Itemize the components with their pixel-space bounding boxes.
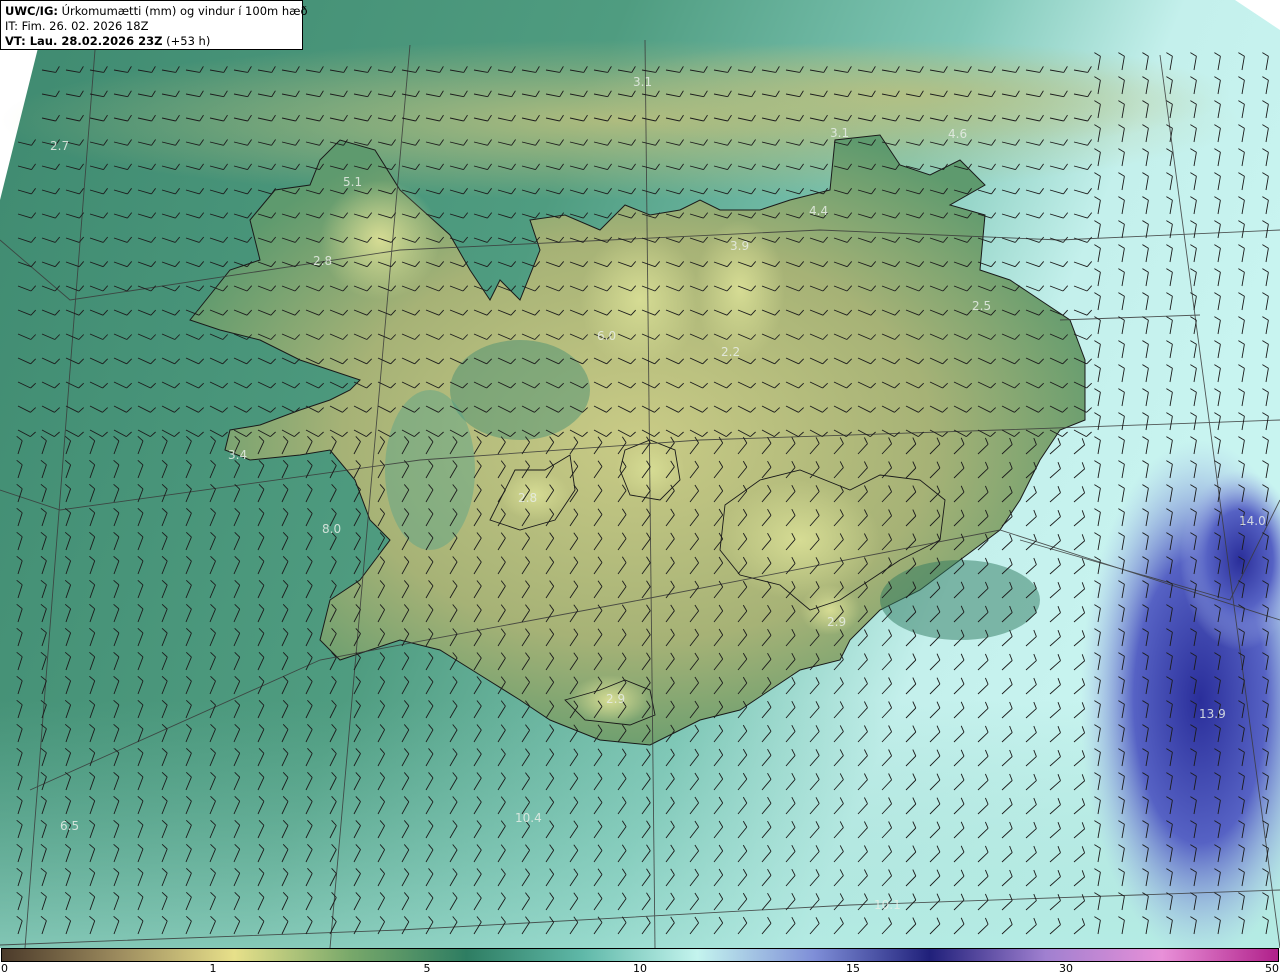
colorbar-tick: 1 <box>209 962 217 975</box>
lead-time: (+53 h) <box>166 34 211 48</box>
init-time: IT: Fim. 26. 02. 2026 18Z <box>5 19 149 33</box>
value-label: 8.0 <box>322 522 341 536</box>
precipitable-water-map: 3.1 2.7 5.1 3.1 4.6 4.4 3.9 2.8 6.0 2.2 … <box>0 0 1280 960</box>
value-label: 10.4 <box>515 811 542 825</box>
valid-time: VT: Lau. 28.02.2026 23Z <box>5 34 163 48</box>
value-label: 6.0 <box>597 329 616 343</box>
value-label: 3.1 <box>830 126 849 140</box>
colorbar-tick: 5 <box>423 962 431 975</box>
map-title: Úrkomumætti (mm) og vindur í 100m hæð <box>61 4 308 18</box>
value-label: 5.1 <box>343 175 362 189</box>
colorbar-tick: 10 <box>633 962 647 975</box>
value-label: 3.4 <box>228 448 247 462</box>
value-label: 3.9 <box>730 239 749 253</box>
value-label: 2.8 <box>518 491 537 505</box>
value-label: 2.5 <box>972 299 991 313</box>
map-canvas: 3.1 2.7 5.1 3.1 4.6 4.4 3.9 2.8 6.0 2.2 … <box>0 0 1280 960</box>
colorbar-tick: 30 <box>1059 962 1073 975</box>
value-label: 2.7 <box>50 139 69 153</box>
value-label: 14.0 <box>1239 514 1266 528</box>
value-label: 2.9 <box>827 615 846 629</box>
value-label: 2.8 <box>313 254 332 268</box>
colorbar-strip <box>1 948 1279 962</box>
value-label: 2.2 <box>721 345 740 359</box>
value-label: 4.4 <box>809 204 828 218</box>
value-label: 6.5 <box>60 819 79 833</box>
value-label: 13.9 <box>1199 707 1226 721</box>
value-label: 3.1 <box>633 75 652 89</box>
product-code: UWC/IG: <box>5 4 58 18</box>
value-label: 2.9 <box>606 692 625 706</box>
colorbar-tick: 50 <box>1265 962 1279 975</box>
colorbar-tick: 15 <box>846 962 860 975</box>
colorbar: 0 1 5 10 15 30 50 <box>0 948 1280 978</box>
map-header: UWC/IG: Úrkomumætti (mm) og vindur í 100… <box>0 0 308 50</box>
value-label: 10.1 <box>874 898 901 912</box>
colorbar-tick: 0 <box>1 962 8 975</box>
value-label: 4.6 <box>948 127 967 141</box>
